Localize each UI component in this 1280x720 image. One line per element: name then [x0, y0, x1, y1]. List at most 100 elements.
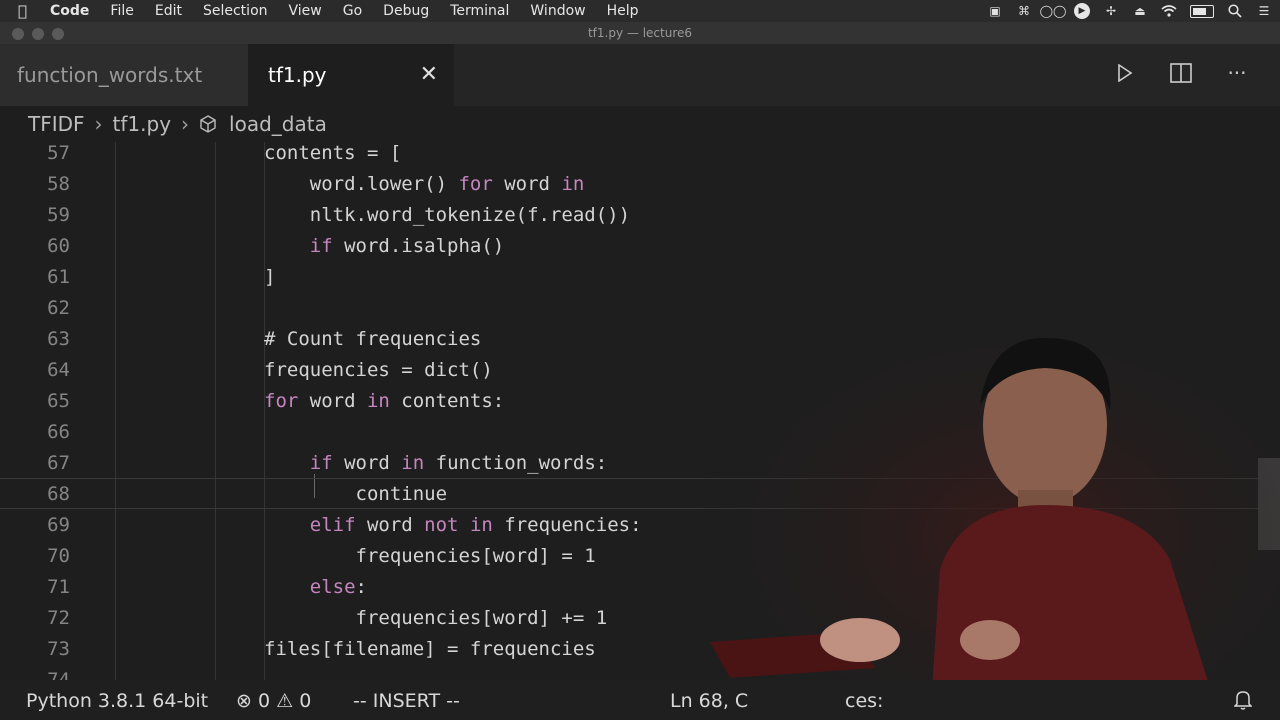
line-number: 72 — [47, 606, 70, 629]
breadcrumb-symbol[interactable]: load_data — [229, 112, 327, 136]
command-icon[interactable]: ⌘ — [1016, 4, 1032, 18]
chevron-right-icon: › — [94, 112, 103, 136]
breadcrumb-file[interactable]: tf1.py — [113, 112, 172, 136]
line-number: 66 — [47, 420, 70, 443]
code-text: continue — [264, 482, 448, 505]
code-text: for word in contents: — [264, 389, 505, 412]
code-line[interactable]: 69 elif word not in frequencies: — [0, 509, 1280, 540]
code-text: frequencies[word] = 1 — [264, 544, 596, 567]
code-line[interactable]: 66 — [0, 416, 1280, 447]
tab-label: function_words.txt — [17, 63, 203, 87]
line-number: 69 — [47, 513, 70, 536]
search-icon[interactable] — [1227, 4, 1243, 18]
code-line[interactable]: 67 if word in function_words: — [0, 447, 1280, 478]
code-line[interactable]: 60 if word.isalpha() — [0, 230, 1280, 261]
line-number: 70 — [47, 544, 70, 567]
close-window-button[interactable] — [12, 28, 24, 40]
wifi-icon[interactable] — [1161, 4, 1177, 18]
window-title: tf1.py — lecture6 — [587, 26, 693, 40]
method-cube-icon — [200, 115, 216, 133]
system-menu-bar:  Code File Edit Selection View Go Debug… — [0, 0, 1280, 22]
play-circle-icon[interactable]: ▶ — [1074, 3, 1090, 19]
code-line[interactable]: 65 for word in contents: — [0, 385, 1280, 416]
problems-indicator[interactable]: ⊗ 0 ⚠ 0 — [236, 690, 311, 712]
menu-view[interactable]: View — [289, 3, 322, 19]
menu-debug[interactable]: Debug — [383, 3, 429, 19]
breadcrumb: TFIDF › tf1.py › load_data — [0, 106, 1280, 142]
code-text: frequencies = dict() — [264, 358, 493, 381]
vim-mode: -- INSERT -- — [353, 690, 460, 712]
code-line[interactable]: 63 # Count frequencies — [0, 323, 1280, 354]
glasses-icon[interactable]: ◯◯ — [1040, 4, 1067, 18]
cursor-position[interactable]: Ln 68, C — [670, 690, 748, 712]
code-text: frequencies[word] += 1 — [264, 606, 608, 629]
menu-edit[interactable]: Edit — [155, 3, 182, 19]
code-text: files[filename] = frequencies — [264, 637, 596, 660]
menu-terminal[interactable]: Terminal — [450, 3, 509, 19]
code-text: elif word not in frequencies: — [309, 513, 642, 536]
code-line-current[interactable]: 68 continue — [0, 478, 1280, 509]
line-number: 60 — [47, 234, 70, 257]
move-icon[interactable]: ✢ — [1103, 4, 1119, 18]
line-number: 71 — [47, 575, 70, 598]
tab-tf1-py[interactable]: tf1.py ✕ — [248, 44, 454, 106]
status-bar: Python 3.8.1 64-bit ⊗ 0 ⚠ 0 -- INSERT --… — [0, 680, 1280, 720]
bell-icon[interactable] — [1233, 690, 1253, 715]
line-number: 58 — [47, 172, 70, 195]
code-line[interactable]: 73 files[filename] = frequencies — [0, 633, 1280, 664]
code-text: else: — [309, 575, 367, 598]
breadcrumb-folder[interactable]: TFIDF — [28, 112, 85, 136]
code-line[interactable]: 64 frequencies = dict() — [0, 354, 1280, 385]
error-count: 0 — [257, 690, 271, 712]
chevron-right-icon: › — [181, 112, 190, 136]
code-line[interactable]: 70 frequencies[word] = 1 — [0, 540, 1280, 571]
eject-icon[interactable]: ⏏ — [1132, 4, 1148, 18]
tab-function-words[interactable]: function_words.txt — [0, 44, 248, 106]
python-interpreter[interactable]: Python 3.8.1 64-bit — [26, 690, 208, 712]
menu-help[interactable]: Help — [607, 3, 639, 19]
battery-icon[interactable] — [1190, 4, 1214, 18]
minimize-window-button[interactable] — [32, 28, 44, 40]
menu-app-name[interactable]: Code — [50, 3, 89, 19]
line-number: 62 — [47, 296, 70, 319]
menu-window[interactable]: Window — [530, 3, 585, 19]
code-line[interactable]: 62 — [0, 292, 1280, 323]
code-comment: # Count frequencies — [264, 327, 482, 350]
code-text: ] — [264, 265, 276, 288]
code-line[interactable]: 58 word.lower() for word in — [0, 168, 1280, 199]
line-number: 65 — [47, 389, 70, 412]
code-line[interactable]: 61 ] — [0, 261, 1280, 292]
warning-icon: ⚠ — [276, 690, 294, 712]
window-controls — [12, 28, 64, 40]
line-number: 63 — [47, 327, 70, 350]
split-editor-icon[interactable] — [1168, 60, 1194, 86]
indentation[interactable]: ces: — [845, 690, 883, 712]
line-number: 68 — [47, 482, 70, 505]
code-editor[interactable]: 57 contents = [ 58 word.lower() for word… — [0, 142, 1280, 680]
error-icon: ⊗ — [236, 690, 252, 712]
line-number: 61 — [47, 265, 70, 288]
close-icon[interactable]: ✕ — [420, 62, 438, 87]
docker-icon[interactable]: ▣ — [987, 4, 1003, 18]
window-titlebar: tf1.py — lecture6 — [0, 22, 1280, 44]
scrollbar-thumb[interactable] — [1258, 458, 1280, 550]
code-line[interactable]: 59 nltk.word_tokenize(f.read()) — [0, 199, 1280, 230]
apple-icon[interactable]:  — [18, 2, 36, 20]
play-icon[interactable] — [1112, 60, 1138, 86]
menu-go[interactable]: Go — [343, 3, 362, 19]
zoom-window-button[interactable] — [52, 28, 64, 40]
line-number: 67 — [47, 451, 70, 474]
code-line[interactable]: 71 else: — [0, 571, 1280, 602]
control-center-icon[interactable]: ☰ — [1256, 4, 1272, 18]
line-number: 73 — [47, 637, 70, 660]
code-text: word.lower() for word in — [264, 172, 585, 195]
line-number: 57 — [47, 142, 70, 164]
code-line[interactable]: 72 frequencies[word] += 1 — [0, 602, 1280, 633]
code-line[interactable]: 57 contents = [ — [0, 142, 1280, 168]
menu-selection[interactable]: Selection — [203, 3, 268, 19]
menu-file[interactable]: File — [110, 3, 133, 19]
more-icon[interactable]: ··· — [1224, 60, 1250, 86]
line-number: 59 — [47, 203, 70, 226]
code-line[interactable]: 74 — [0, 664, 1280, 681]
tab-label: tf1.py — [268, 63, 327, 87]
